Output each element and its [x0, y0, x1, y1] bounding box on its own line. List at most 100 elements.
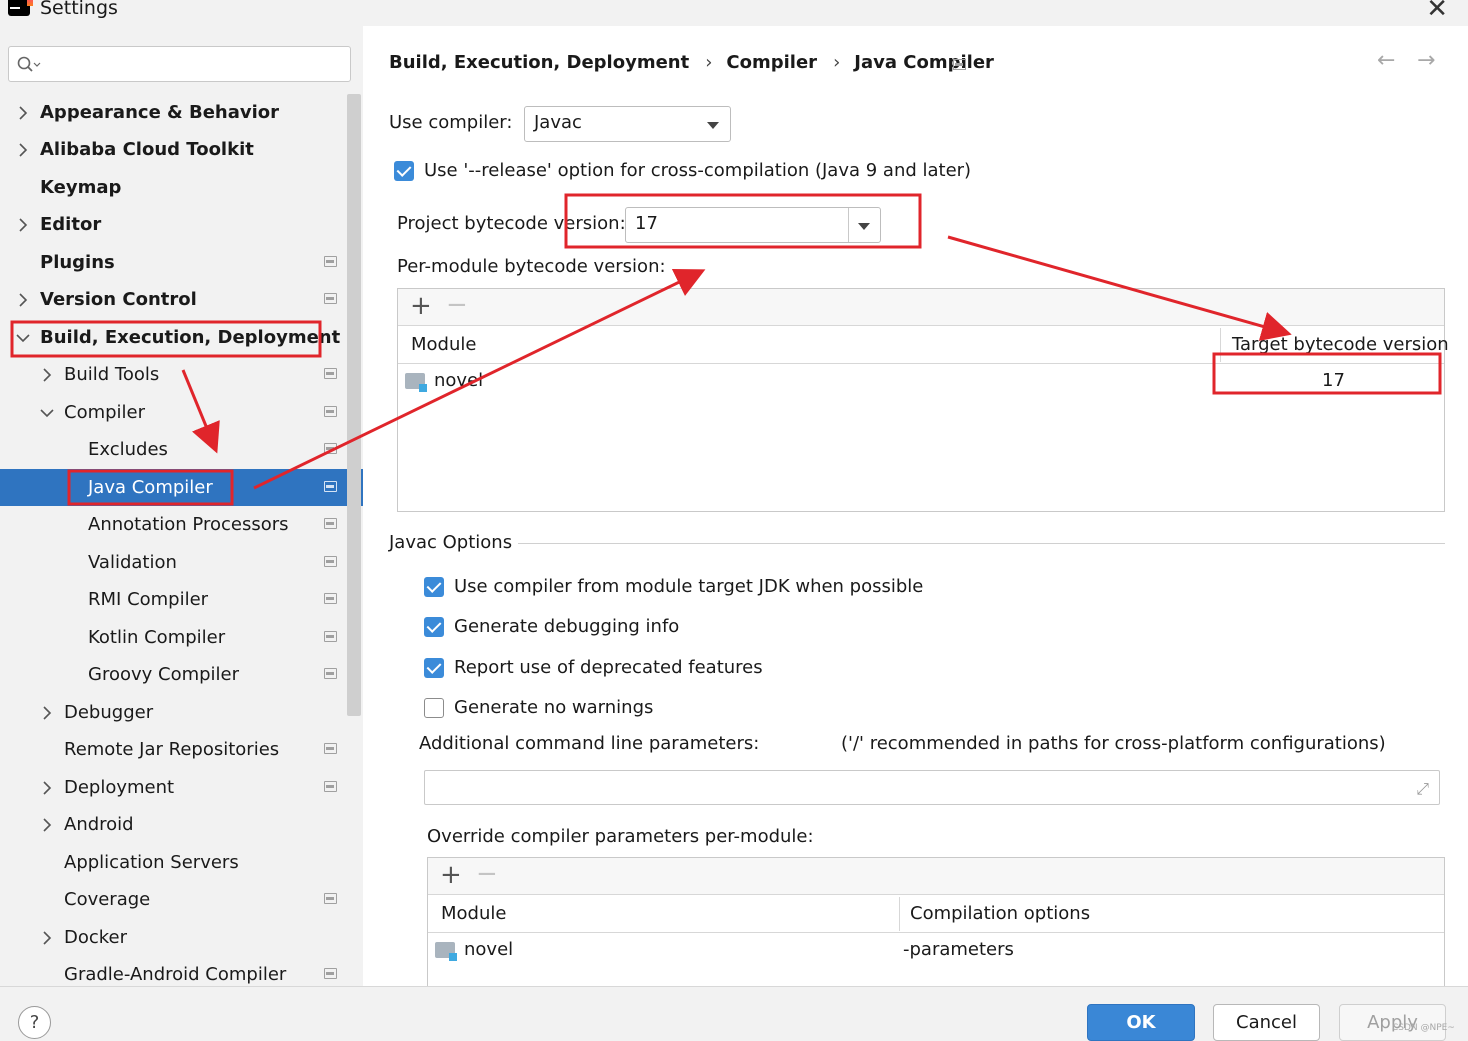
- sidebar-item-debugger[interactable]: Debugger: [0, 694, 363, 731]
- release-option-label: Use '--release' option for cross-compila…: [424, 160, 972, 181]
- additional-params-hint: ('/' recommended in paths for cross-plat…: [841, 733, 1386, 754]
- chevron-right-icon[interactable]: [40, 806, 54, 843]
- project-scope-icon: [324, 406, 337, 417]
- sidebar-item-plugins[interactable]: Plugins: [0, 244, 363, 281]
- chevron-right-icon[interactable]: [16, 131, 30, 168]
- sidebar-item-label: Gradle-Android Compiler: [64, 964, 287, 985]
- table-cell-compilation-options[interactable]: -parameters: [903, 939, 1014, 960]
- help-button[interactable]: ?: [18, 1006, 51, 1039]
- javac-options-title: Javac Options: [389, 532, 513, 553]
- table-cell-target-version[interactable]: 17: [1322, 370, 1345, 391]
- project-scope-icon: [324, 368, 337, 379]
- sidebar-item-appearance-behavior[interactable]: Appearance & Behavior: [0, 94, 363, 131]
- sidebar-item-label: Build Tools: [64, 364, 160, 385]
- chevron-down-icon[interactable]: [40, 394, 54, 431]
- additional-params-input[interactable]: ⤢: [424, 770, 1440, 805]
- breadcrumb-item[interactable]: Build, Execution, Deployment: [389, 52, 689, 73]
- sidebar-item-remote-jar-repositories[interactable]: Remote Jar Repositories: [0, 731, 363, 768]
- column-header-module[interactable]: Module: [441, 903, 506, 924]
- dialog-footer: ? OK Cancel Apply CSDN @NPE~: [0, 986, 1468, 1041]
- add-icon[interactable]: +: [440, 860, 462, 890]
- sidebar-item-label: Alibaba Cloud Toolkit: [40, 139, 254, 160]
- title-bar: Settings ✕: [0, 0, 1468, 26]
- chevron-right-icon[interactable]: [16, 281, 30, 318]
- chevron-right-icon[interactable]: [16, 206, 30, 243]
- chevron-down-icon[interactable]: [16, 319, 30, 356]
- search-box[interactable]: [8, 46, 351, 82]
- remove-icon[interactable]: −: [446, 290, 468, 320]
- sidebar-scrollbar[interactable]: [347, 94, 361, 716]
- close-icon[interactable]: ✕: [1426, 0, 1448, 24]
- sidebar-item-gradle-android-compiler[interactable]: Gradle-Android Compiler: [0, 956, 363, 986]
- sidebar-item-annotation-processors[interactable]: Annotation Processors: [0, 506, 363, 543]
- sidebar-item-android[interactable]: Android: [0, 806, 363, 843]
- project-scope-icon: [324, 631, 337, 642]
- sidebar-item-label: Appearance & Behavior: [40, 102, 280, 123]
- deprecated-features-checkbox[interactable]: [424, 658, 444, 678]
- chevron-right-icon[interactable]: [40, 919, 54, 956]
- debugging-info-checkbox[interactable]: [424, 617, 444, 637]
- chevron-right-icon[interactable]: [16, 94, 30, 131]
- sidebar-item-docker[interactable]: Docker: [0, 919, 363, 956]
- sidebar-item-build-execution-deployment[interactable]: Build, Execution, Deployment: [0, 319, 363, 356]
- sidebar-item-label: Annotation Processors: [88, 514, 289, 535]
- table-cell-module[interactable]: novel: [434, 370, 483, 391]
- sidebar-item-label: Java Compiler: [88, 477, 213, 498]
- sidebar-item-version-control[interactable]: Version Control: [0, 281, 363, 318]
- sidebar-item-compiler[interactable]: Compiler: [0, 394, 363, 431]
- sidebar-item-coverage[interactable]: Coverage: [0, 881, 363, 918]
- no-warnings-checkbox[interactable]: [424, 698, 444, 718]
- settings-sidebar: Appearance & Behavior Alibaba Cloud Tool…: [0, 26, 363, 986]
- sidebar-item-label: Keymap: [40, 177, 122, 198]
- sidebar-item-validation[interactable]: Validation: [0, 544, 363, 581]
- remove-icon[interactable]: −: [476, 859, 498, 889]
- column-header-target-bytecode[interactable]: Target bytecode version: [1232, 334, 1449, 355]
- sidebar-item-label: Version Control: [40, 289, 197, 310]
- section-divider: [518, 543, 1445, 544]
- dropdown-divider: [848, 208, 849, 242]
- use-module-jdk-label: Use compiler from module target JDK when…: [454, 576, 924, 597]
- project-bytecode-dropdown[interactable]: 17: [625, 207, 881, 243]
- expand-icon[interactable]: ⤢: [1416, 779, 1429, 799]
- sidebar-item-kotlin-compiler[interactable]: Kotlin Compiler: [0, 619, 363, 656]
- add-icon[interactable]: +: [410, 291, 432, 321]
- search-input[interactable]: [45, 53, 340, 75]
- override-params-label: Override compiler parameters per-module:: [427, 826, 814, 847]
- sidebar-item-groovy-compiler[interactable]: Groovy Compiler: [0, 656, 363, 693]
- use-module-jdk-checkbox[interactable]: [424, 577, 444, 597]
- sidebar-item-label: Deployment: [64, 777, 175, 798]
- sidebar-item-label: Groovy Compiler: [88, 664, 240, 685]
- table-cell-module[interactable]: novel: [464, 939, 513, 960]
- use-compiler-dropdown[interactable]: Javac: [524, 106, 731, 142]
- sidebar-item-rmi-compiler[interactable]: RMI Compiler: [0, 581, 363, 618]
- window-title: Settings: [40, 0, 118, 19]
- chevron-right-icon[interactable]: [40, 694, 54, 731]
- sidebar-item-java-compiler[interactable]: Java Compiler: [0, 469, 363, 506]
- sidebar-item-alibaba-cloud-toolkit[interactable]: Alibaba Cloud Toolkit: [0, 131, 363, 168]
- sidebar-item-build-tools[interactable]: Build Tools: [0, 356, 363, 393]
- sidebar-item-excludes[interactable]: Excludes: [0, 431, 363, 468]
- sidebar-item-editor[interactable]: Editor: [0, 206, 363, 243]
- project-scope-icon: [324, 893, 337, 904]
- column-header-compilation-options[interactable]: Compilation options: [910, 903, 1090, 924]
- sidebar-item-label: Compiler: [64, 402, 146, 423]
- column-header-module[interactable]: Module: [411, 334, 476, 355]
- chevron-right-icon[interactable]: [40, 769, 54, 806]
- debugging-info-label: Generate debugging info: [454, 616, 680, 637]
- per-module-table: + − Module Target bytecode version novel…: [397, 288, 1449, 512]
- back-arrow-icon[interactable]: ←: [1377, 48, 1395, 73]
- sidebar-item-deployment[interactable]: Deployment: [0, 769, 363, 806]
- breadcrumb: Build, Execution, Deployment › Compiler › Ja…: [389, 52, 1000, 73]
- chevron-right-icon[interactable]: [40, 356, 54, 393]
- no-warnings-label: Generate no warnings: [454, 697, 654, 718]
- release-option-checkbox[interactable]: [394, 161, 414, 181]
- sidebar-item-label: Application Servers: [64, 852, 239, 873]
- sidebar-item-application-servers[interactable]: Application Servers: [0, 844, 363, 881]
- breadcrumb-item[interactable]: Compiler: [726, 52, 817, 73]
- use-compiler-label: Use compiler:: [389, 112, 513, 133]
- sidebar-item-keymap[interactable]: Keymap: [0, 169, 363, 206]
- use-compiler-value: Javac: [534, 112, 582, 133]
- forward-arrow-icon[interactable]: →: [1417, 48, 1435, 73]
- cancel-button[interactable]: Cancel: [1213, 1004, 1320, 1041]
- ok-button[interactable]: OK: [1087, 1004, 1195, 1041]
